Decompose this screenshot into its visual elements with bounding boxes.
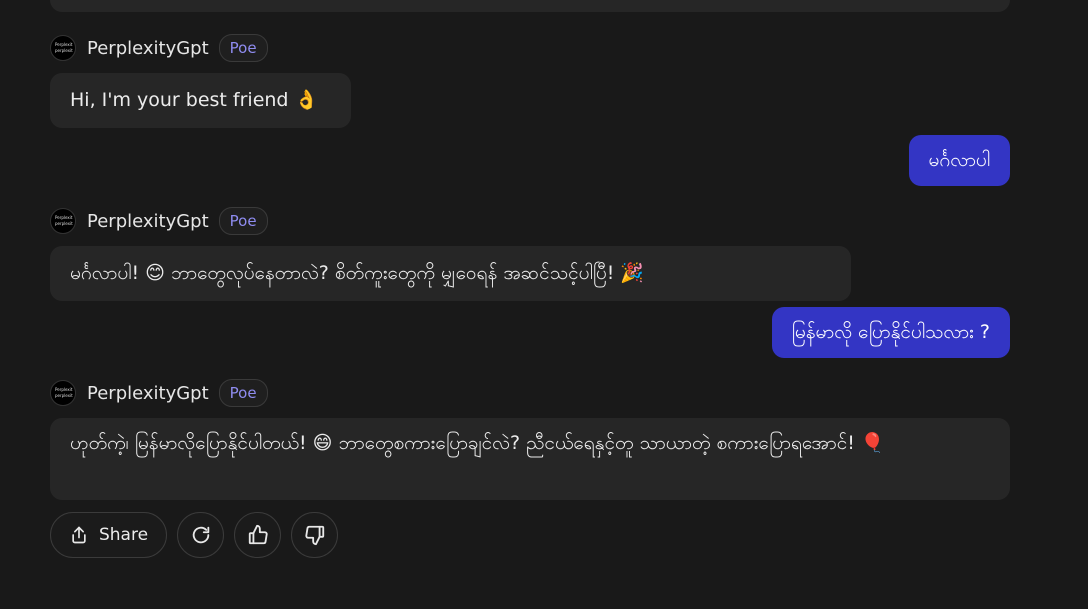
share-icon <box>69 525 89 545</box>
bot-header: Perplexit perplexit PerplexityGpt Poe <box>50 207 268 235</box>
bot-message: Hi, I'm your best friend 👌 <box>50 73 351 128</box>
thumbs-down-icon <box>304 524 326 546</box>
avatar[interactable]: Perplexit perplexit <box>50 35 76 61</box>
avatar[interactable]: Perplexit perplexit <box>50 208 76 234</box>
avatar-text: perplexit <box>55 393 73 398</box>
bot-message: မင်္ဂလာပါ! 😊 ဘာတွေလုပ်နေတာလဲ? စိတ်ကူးတွေ… <box>50 246 851 301</box>
retry-button[interactable] <box>177 512 224 558</box>
bot-header: Perplexit perplexit PerplexityGpt Poe <box>50 34 268 62</box>
bot-name[interactable]: PerplexityGpt <box>87 211 209 232</box>
avatar-text: perplexit <box>55 221 73 226</box>
bot-header: Perplexit perplexit PerplexityGpt Poe <box>50 379 268 407</box>
share-label: Share <box>98 525 149 545</box>
dislike-button[interactable] <box>291 512 338 558</box>
avatar[interactable]: Perplexit perplexit <box>50 380 76 406</box>
poe-badge: Poe <box>218 207 268 235</box>
share-button[interactable]: Share <box>50 512 167 558</box>
user-message: မြန်မာလို ပြောနိုင်ပါသလား ? <box>771 307 1010 358</box>
previous-message-bubble <box>50 0 1010 12</box>
poe-badge: Poe <box>218 379 268 407</box>
bot-message: ဟုတ်ကဲ့၊ မြန်မာလိုပြောနိုင်ပါတယ်! 😄 ဘာတွ… <box>50 418 1010 500</box>
bot-name[interactable]: PerplexityGpt <box>87 383 209 404</box>
user-message: မင်္ဂလာပါ <box>908 135 1010 186</box>
refresh-icon <box>190 524 212 546</box>
thumbs-up-icon <box>247 524 269 546</box>
poe-badge: Poe <box>218 34 268 62</box>
message-actions: Share <box>50 511 338 559</box>
bot-name[interactable]: PerplexityGpt <box>87 38 209 59</box>
avatar-text: perplexit <box>55 48 73 53</box>
like-button[interactable] <box>234 512 281 558</box>
